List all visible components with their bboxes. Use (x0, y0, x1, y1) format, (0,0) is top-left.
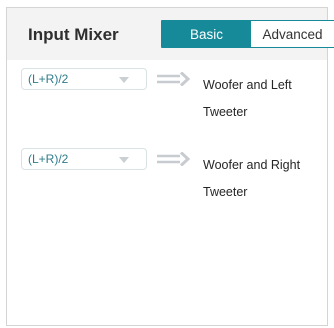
mix-source-select[interactable]: (L+R)/2 (21, 68, 147, 90)
tab-advanced[interactable]: Advanced (251, 21, 334, 47)
route-arrow-icon (157, 152, 191, 166)
input-mixer-panel: Input Mixer Basic Advanced (L+R)/2 Woofe… (6, 7, 334, 326)
mix-target-label: Woofer and Left Tweeter (203, 78, 292, 119)
mix-source-select[interactable]: (L+R)/2 (21, 148, 147, 170)
caret-down-icon (119, 77, 129, 83)
mixer-row-right: (L+R)/2 Woofer and Right Tweeter (7, 148, 327, 208)
panel-header: Input Mixer Basic Advanced (7, 8, 334, 60)
caret-down-icon (119, 157, 129, 163)
mode-toggle: Basic Advanced (161, 20, 334, 48)
mix-source-value: (L+R)/2 (28, 72, 69, 86)
mixer-row-left: (L+R)/2 Woofer and Left Tweeter (7, 68, 327, 128)
mix-source-value: (L+R)/2 (28, 152, 69, 166)
panel-title: Input Mixer (28, 25, 119, 44)
route-arrow-icon (157, 72, 191, 86)
mix-target-label: Woofer and Right Tweeter (203, 158, 301, 199)
tab-basic[interactable]: Basic (162, 21, 251, 47)
